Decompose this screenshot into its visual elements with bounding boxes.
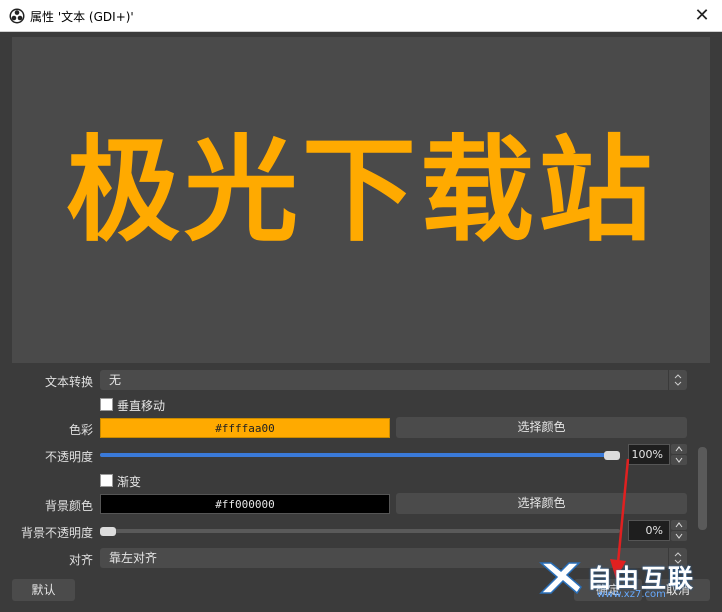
color-swatch: #ffffaa00 bbox=[100, 418, 390, 438]
color-value: #ffffaa00 bbox=[215, 422, 275, 435]
text-preview: 极光下载站 bbox=[12, 37, 710, 363]
gradient-label: 渐变 bbox=[117, 475, 142, 489]
gradient-checkbox[interactable] bbox=[100, 474, 113, 487]
default-button[interactable]: 默认 bbox=[12, 579, 75, 601]
select-color-button[interactable]: 选择颜色 bbox=[396, 417, 687, 438]
transform-value: 无 bbox=[109, 373, 122, 387]
close-button[interactable]: ✕ bbox=[690, 4, 714, 28]
title-bar: 属性 '文本 (GDI+)' ✕ bbox=[0, 0, 722, 32]
bg-color-swatch: #ff000000 bbox=[100, 494, 390, 514]
watermark-logo-icon bbox=[539, 562, 582, 595]
bg-opacity-label: 背景不透明度 bbox=[20, 526, 93, 540]
chevron-updown-icon bbox=[668, 370, 687, 390]
window-title: 属性 '文本 (GDI+)' bbox=[30, 10, 134, 24]
bg-color-label: 背景颜色 bbox=[44, 499, 93, 513]
spin-up-icon[interactable] bbox=[671, 520, 687, 530]
spin-down-icon[interactable] bbox=[671, 455, 687, 465]
vertical-move-label: 垂直移动 bbox=[117, 399, 166, 413]
preview-text: 极光下载站 bbox=[65, 124, 656, 257]
vertical-move-checkbox[interactable] bbox=[100, 398, 113, 411]
color-label: 色彩 bbox=[68, 423, 93, 437]
spin-down-icon[interactable] bbox=[671, 531, 687, 541]
obs-app-icon bbox=[9, 8, 25, 24]
align-label: 对齐 bbox=[68, 553, 93, 567]
opacity-slider-fill bbox=[100, 453, 620, 457]
align-value: 靠左对齐 bbox=[109, 551, 158, 565]
bg-opacity-slider-handle[interactable] bbox=[100, 527, 116, 536]
spin-up-icon[interactable] bbox=[671, 444, 687, 454]
vertical-scrollbar[interactable] bbox=[698, 447, 707, 530]
bg-opacity-spinner[interactable] bbox=[671, 520, 687, 541]
transform-select[interactable]: 无 bbox=[100, 370, 687, 390]
bg-color-value: #ff000000 bbox=[215, 498, 275, 511]
transform-label: 文本转换 bbox=[44, 375, 93, 389]
bg-opacity-slider[interactable] bbox=[100, 529, 620, 533]
opacity-label: 不透明度 bbox=[44, 450, 93, 464]
watermark-url: www.xz7.com bbox=[597, 589, 666, 600]
opacity-slider[interactable] bbox=[100, 453, 620, 457]
watermark: 自由互联 www.xz7.com bbox=[535, 553, 720, 605]
opacity-spinner[interactable] bbox=[671, 444, 687, 465]
select-bg-color-button[interactable]: 选择颜色 bbox=[396, 493, 687, 514]
